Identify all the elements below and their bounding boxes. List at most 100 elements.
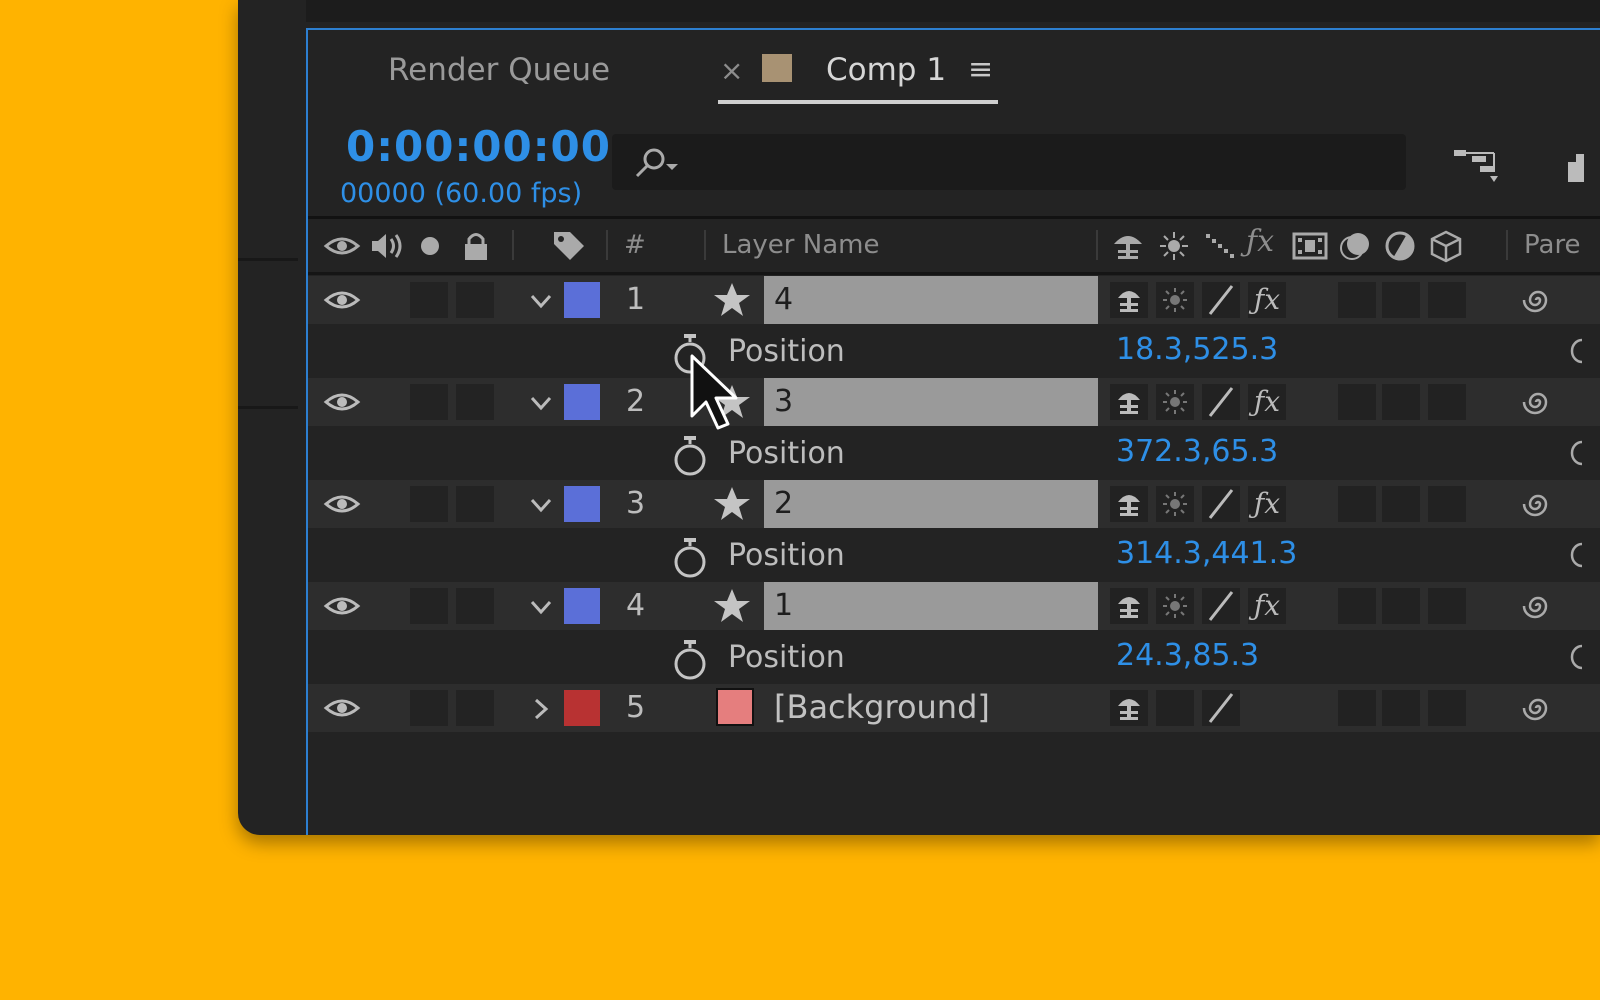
lock-switch-cell[interactable] [456,690,494,726]
layer-switch-cell[interactable] [1338,486,1376,522]
position-value[interactable]: 18.3,525.3 [1116,332,1278,367]
quality-switch[interactable] [1202,690,1240,726]
expression-spiral-icon[interactable] [1564,640,1584,674]
layer-switch-cell[interactable] [1382,690,1420,726]
label-tag-icon[interactable] [548,228,588,264]
parent-pick-whip-icon[interactable] [1518,690,1558,726]
visibility-eye-icon[interactable] [322,690,362,726]
audio-switch-cell[interactable] [410,282,448,318]
layer-switch-cell[interactable] [1338,282,1376,318]
layer-switch-cell[interactable] [1382,486,1420,522]
shy-switch[interactable] [1110,384,1148,420]
layer-row[interactable]: 5 [Background] [308,684,1600,732]
effects-switch-icon[interactable]: ƒx [1246,224,1274,259]
expression-spiral-icon[interactable] [1564,538,1584,572]
expression-spiral-icon[interactable] [1564,436,1584,470]
column-number[interactable]: # [624,230,646,260]
lock-switch-cell[interactable] [456,384,494,420]
visibility-eye-icon[interactable] [322,588,362,624]
layer-switch-cell[interactable] [1338,588,1376,624]
stopwatch-icon[interactable] [670,638,710,682]
chevron-down-icon[interactable] [526,592,556,622]
visibility-eye-icon[interactable] [322,384,362,420]
layer-label-color[interactable] [564,486,600,522]
shy-layers-icon[interactable] [1554,146,1584,186]
layer-switch-cell[interactable] [1338,384,1376,420]
visibility-eye-icon[interactable] [322,282,362,318]
layer-switch-cell[interactable] [1382,282,1420,318]
lock-switch-cell[interactable] [456,588,494,624]
layer-name[interactable]: 1 [764,582,1098,630]
collapse-switch[interactable] [1156,384,1194,420]
layer-switch-cell[interactable] [1428,588,1466,624]
quality-switch[interactable] [1202,282,1240,318]
position-value[interactable]: 372.3,65.3 [1116,434,1278,469]
panel-menu-icon[interactable]: ≡ [968,52,993,87]
parent-pick-whip-icon[interactable] [1518,384,1558,420]
lock-switch-cell[interactable] [456,282,494,318]
chevron-down-icon[interactable] [526,490,556,520]
chevron-down-icon[interactable] [526,286,556,316]
collapse-switch[interactable] [1156,588,1194,624]
chevron-down-icon[interactable] [526,388,556,418]
audio-switch-cell[interactable] [410,486,448,522]
column-parent[interactable]: Pare [1524,230,1581,260]
lock-switch-cell[interactable] [456,486,494,522]
effects-switch[interactable]: ƒx [1248,588,1286,624]
layer-label-color[interactable] [564,384,600,420]
visibility-eye-icon[interactable] [322,486,362,522]
layer-switch-cell[interactable] [1338,690,1376,726]
audio-toggle-icon[interactable] [366,228,406,264]
layer-label-color[interactable] [564,588,600,624]
3d-layer-icon[interactable] [1426,228,1466,264]
parent-pick-whip-icon[interactable] [1518,282,1558,318]
collapse-switch[interactable] [1156,282,1194,318]
expression-spiral-icon[interactable] [1564,334,1584,368]
tab-render-queue[interactable]: Render Queue [388,52,610,88]
quality-switch-icon[interactable] [1200,228,1240,264]
effects-switch[interactable]: ƒx [1248,282,1286,318]
shy-switch[interactable] [1110,282,1148,318]
effects-switch[interactable]: ƒx [1248,384,1286,420]
column-layer-name[interactable]: Layer Name [722,230,879,260]
collapse-switch[interactable] [1156,486,1194,522]
layer-label-color[interactable] [564,690,600,726]
layer-name[interactable]: [Background] [774,688,990,726]
layer-switch-cell[interactable] [1428,384,1466,420]
chevron-right-icon[interactable] [526,694,556,724]
collapse-switch[interactable] [1156,690,1194,726]
effects-switch[interactable]: ƒx [1248,486,1286,522]
audio-switch-cell[interactable] [410,384,448,420]
motion-blur-icon[interactable] [1336,228,1376,264]
position-value[interactable]: 314.3,441.3 [1116,536,1297,571]
adjustment-layer-icon[interactable] [1380,228,1420,264]
layer-row[interactable]: 2 3 ƒx [308,378,1600,426]
layer-label-color[interactable] [564,282,600,318]
audio-switch-cell[interactable] [410,588,448,624]
parent-pick-whip-icon[interactable] [1518,588,1558,624]
layer-name[interactable]: 3 [764,378,1098,426]
layer-row[interactable]: 1 4 ƒx [308,276,1600,324]
layer-switch-cell[interactable] [1428,690,1466,726]
layer-switch-cell[interactable] [1428,282,1466,318]
shy-switch[interactable] [1110,486,1148,522]
layer-name[interactable]: 2 [764,480,1098,528]
lock-icon[interactable] [456,228,496,264]
stopwatch-icon[interactable] [670,536,710,580]
search-icon[interactable] [628,142,688,182]
layer-row[interactable]: 3 2 ƒx [308,480,1600,528]
parent-pick-whip-icon[interactable] [1518,486,1558,522]
shy-switch[interactable] [1110,690,1148,726]
current-time-display[interactable]: 0:00:00:00 [346,122,611,171]
layer-switch-cell[interactable] [1382,588,1420,624]
layer-search-field[interactable] [612,134,1406,190]
solo-toggle-icon[interactable] [410,228,450,264]
quality-switch[interactable] [1202,384,1240,420]
shy-switch[interactable] [1110,588,1148,624]
frame-blending-icon[interactable] [1290,228,1330,264]
video-toggle-icon[interactable] [322,228,362,264]
close-tab-button[interactable]: × [720,54,743,87]
quality-switch[interactable] [1202,588,1240,624]
layer-name[interactable]: 4 [764,276,1098,324]
composition-flowchart-icon[interactable] [1450,142,1510,186]
